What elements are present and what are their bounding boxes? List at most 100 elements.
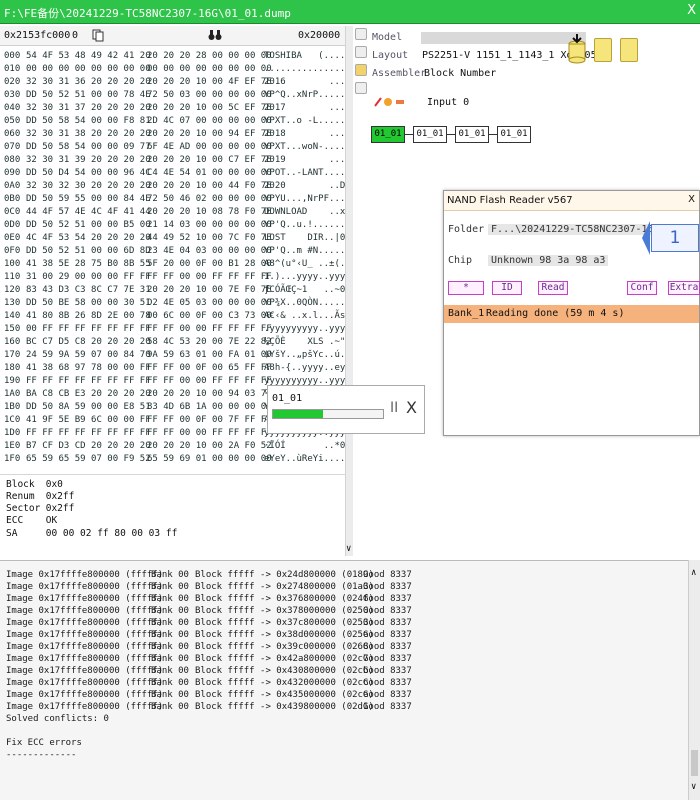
settings-icon[interactable] — [373, 96, 405, 111]
hex-h1-cell: DD 50 59 55 00 00 84 4E — [26, 194, 151, 204]
hex-h1-cell: DD 50 52 51 00 00 6D 8D — [26, 246, 151, 256]
scroll-down-arrow-icon[interactable]: ∨ — [691, 782, 696, 792]
hex-ad-cell: 0F0 — [4, 246, 21, 256]
copy-icon[interactable] — [92, 29, 104, 45]
hex-h2-cell: 20 20 20 10 00 2A F0 52 — [147, 441, 272, 451]
hex-row[interactable]: 0B0 DD 50 59 55 00 00 84 4E 72 50 46 02 00… — [0, 193, 345, 206]
scroll-up-arrow-icon[interactable]: ∧ — [691, 568, 696, 578]
hex-row[interactable]: 080 32 30 31 39 20 20 20 20 20 20 20 10 00… — [0, 154, 345, 167]
hex-h1-cell: B7 CF D3 CD 20 20 20 20 — [26, 441, 151, 451]
hex-row[interactable]: 1E0 B7 CF D3 CD 20 20 20 20 20 20 20 10 00… — [0, 440, 345, 453]
log-good: Good 8337 — [363, 594, 412, 604]
hex-row[interactable]: 050 DD 50 58 54 00 00 F8 81 2D 4C 07 00 00… — [0, 115, 345, 128]
hex-row[interactable]: 0F0 DD 50 52 51 00 00 6D 8D 23 4E 04 03 00… — [0, 245, 345, 258]
hex-scrollbar[interactable]: ∨ — [345, 26, 353, 556]
hex-h2-cell: FF FF 00 00 FF FF FF FF — [147, 324, 272, 334]
folder-value[interactable]: F...\20241229-TC58NC2307-16G — [488, 224, 663, 235]
binoculars-icon[interactable] — [208, 29, 222, 44]
hex-ad-cell: 090 — [4, 168, 21, 178]
log-img: Image 0x17ffffe800000 (fffff) — [6, 618, 164, 628]
nand-close-button[interactable]: X — [688, 194, 695, 205]
end-address-field[interactable]: 0x20000 — [298, 30, 340, 41]
hex-row[interactable]: 090 DD 50 D4 54 00 00 96 4C C4 4E 54 01 00… — [0, 167, 345, 180]
hex-row[interactable]: 1F0 65 59 65 59 07 00 F9 52 65 59 69 01 00… — [0, 453, 345, 466]
log-line: Image 0x17ffffe800000 (fffff) Bank 00 Bloc… — [0, 689, 690, 701]
stop-button[interactable]: X — [406, 398, 417, 417]
hex-as-cell: .yyyyyyyyy..yyyy — [264, 324, 345, 334]
hex-row[interactable]: 0D0 DD 50 52 51 00 00 B5 00 21 14 03 00 00… — [0, 219, 345, 232]
layout-row: Layout PS2251-V 1151_1_1143_1 Xor 05 — [372, 50, 597, 61]
hex-row[interactable]: 010 00 00 00 00 00 00 00 00 00 00 00 00 00… — [0, 63, 345, 76]
hex-h2-cell: FF FF 00 0F 00 7F FF FF — [147, 415, 272, 425]
bank-counter[interactable]: 1 — [651, 224, 699, 252]
hex-row[interactable]: 130 DD 50 BE 58 00 00 30 51 D2 4E 05 03 00… — [0, 297, 345, 310]
hex-row[interactable]: 040 32 30 31 37 20 20 20 20 20 20 20 10 00… — [0, 102, 345, 115]
read-button[interactable]: Read — [538, 281, 568, 295]
conf-button[interactable]: Conf — [627, 281, 657, 295]
hex-row[interactable]: 150 00 FF FF FF FF FF FF FF FF FF 00 00 FF… — [0, 323, 345, 336]
assembler-icon[interactable] — [355, 82, 367, 94]
hex-h2-cell: 20 20 20 10 00 94 03 7F — [147, 389, 272, 399]
hex-row[interactable]: 020 32 30 31 36 20 20 20 20 20 20 20 10 00… — [0, 76, 345, 89]
graph-node[interactable]: 01_01 — [497, 126, 531, 143]
hex-h2-cell: 00 6C 00 0F 00 C3 73 00 — [147, 311, 272, 321]
pause-button[interactable]: II — [390, 400, 398, 416]
graph-node[interactable]: 01_01 — [413, 126, 447, 143]
hex-row[interactable]: 120 83 43 D3 C3 8C C7 7E 31 20 20 20 10 00… — [0, 284, 345, 297]
hex-ad-cell: 060 — [4, 129, 21, 139]
scroll-down-arrow-icon[interactable]: ∨ — [346, 544, 351, 554]
hex-h1-cell: DD 50 58 54 00 00 09 77 — [26, 142, 151, 152]
database-download-icon[interactable] — [567, 34, 587, 67]
layout-icon[interactable] — [355, 46, 367, 58]
log-img: Image 0x17ffffe800000 (fffff) — [6, 690, 164, 700]
log-line: Image 0x17ffffe800000 (fffff) Bank 00 Bloc… — [0, 605, 690, 617]
window-title: F:\FE备份\20241229-TC58NC2307-16G\01_01.du… — [4, 7, 291, 20]
model-list-icon[interactable] — [355, 28, 367, 40]
hex-row[interactable]: 0A0 32 30 32 30 20 20 20 20 20 20 20 10 00… — [0, 180, 345, 193]
extra-button[interactable]: Extra — [668, 281, 700, 295]
close-button[interactable]: X — [687, 3, 696, 18]
hex-h1-cell: 24 59 9A 59 07 00 84 70 — [26, 350, 151, 360]
address-field[interactable]: 0x2153fc000 — [4, 30, 70, 41]
hex-row[interactable]: 060 32 30 31 38 20 20 20 20 20 20 20 10 00… — [0, 128, 345, 141]
id-button[interactable]: ID — [492, 281, 522, 295]
hex-row[interactable]: 180 41 38 68 97 78 00 00 FF FF FF 00 0F 00… — [0, 362, 345, 375]
log-bank: Bank 00 — [151, 582, 189, 592]
log-panel[interactable]: Image 0x17ffffe800000 (fffff) Bank 00 Bloc… — [0, 560, 690, 800]
log-scrollbar[interactable]: ∧ ∨ — [688, 560, 700, 800]
hex-row[interactable]: 0C0 44 4F 57 4E 4C 4F 41 44 20 20 20 10 08… — [0, 206, 345, 219]
hex-row[interactable]: 0E0 4C 4F 53 54 20 20 20 20 44 49 52 10 00… — [0, 232, 345, 245]
chip-value: Unknown 98 3a 98 a3 — [488, 255, 609, 266]
hex-row[interactable]: 160 BC C7 D5 C8 20 20 20 20 58 4C 53 20 00… — [0, 336, 345, 349]
hex-h2-cell: 83 4D 6B 1A 00 00 00 00 — [147, 402, 272, 412]
hex-row[interactable]: 030 DD 50 52 51 00 00 78 4E 72 50 03 00 00… — [0, 89, 345, 102]
hex-row[interactable]: 170 24 59 9A 59 07 00 84 70 9A 59 63 01 00… — [0, 349, 345, 362]
nand-window-title: NAND Flash Reader v567 — [447, 195, 573, 206]
save-icon[interactable] — [620, 38, 638, 62]
graph-node[interactable]: 01_01 — [371, 126, 405, 143]
hex-row[interactable]: 100 41 38 5E 28 75 B0 8B 55 5F 20 00 0F 00… — [0, 258, 345, 271]
graph-node[interactable]: 01_01 — [455, 126, 489, 143]
hex-row[interactable]: 110 31 00 29 00 00 00 FF FF FF FF 00 00 FF… — [0, 271, 345, 284]
log-good: Good 8337 — [363, 606, 412, 616]
question-icon[interactable] — [355, 64, 367, 76]
star-button[interactable]: * — [448, 281, 484, 295]
log-img: Image 0x17ffffe800000 (fffff) — [6, 702, 164, 712]
log-img: Image 0x17ffffe800000 (fffff) — [6, 606, 164, 616]
hex-h2-cell: 00 00 00 00 00 00 00 00 — [147, 64, 272, 74]
hex-h1-cell: 32 30 31 36 20 20 20 20 — [26, 77, 151, 87]
hex-h1-cell: 41 38 68 97 78 00 00 FF — [26, 363, 151, 373]
hex-row[interactable]: 000 54 4F 53 48 49 42 41 20 20 20 20 28 00… — [0, 50, 345, 63]
hex-as-cell: DOWNLOAD ..x0~ — [264, 207, 345, 217]
hex-row[interactable]: 140 41 80 8B 26 8D 2E 00 78 00 6C 00 0F 00… — [0, 310, 345, 323]
model-value-field[interactable] — [421, 32, 586, 44]
hex-ad-cell: 1F0 — [4, 454, 21, 464]
scroll-thumb[interactable] — [691, 750, 698, 776]
log-line: Image 0x17ffffe800000 (fffff) Bank 00 Bloc… — [0, 665, 690, 677]
hex-h1-cell: FF FF FF FF FF FF FF FF — [26, 376, 151, 386]
hex-h2-cell: 20 20 20 10 00 C7 EF 7E — [147, 155, 272, 165]
folder-icon[interactable] — [594, 38, 612, 62]
hex-row[interactable]: 070 DD 50 58 54 00 00 09 77 6F 4E AD 00 00… — [0, 141, 345, 154]
hex-ad-cell: 100 — [4, 259, 21, 269]
offset-field[interactable]: 0 — [72, 30, 78, 41]
